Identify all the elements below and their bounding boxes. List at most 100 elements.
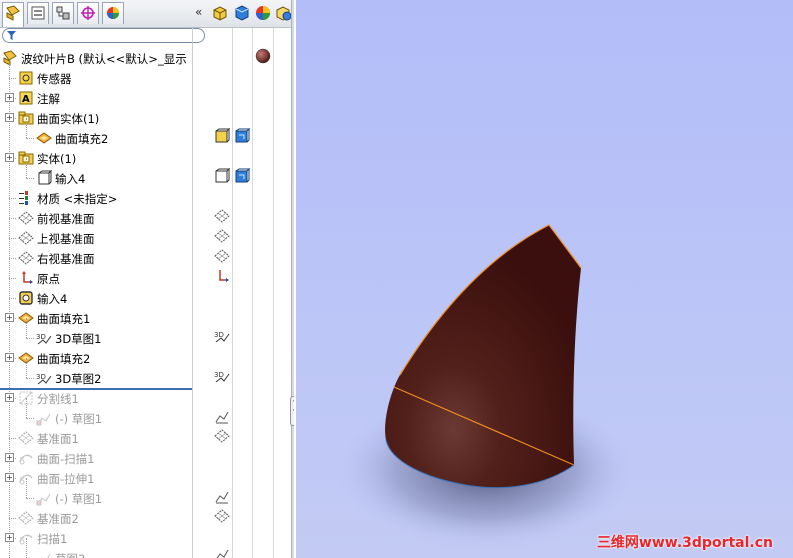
- tree-item[interactable]: 上视基准面: [0, 228, 210, 248]
- tree-item[interactable]: (-) 草图1: [0, 398, 210, 428]
- tree-item-label: 分割线1: [37, 392, 79, 406]
- plane-visibility-icon[interactable]: [214, 248, 230, 264]
- model-canvas[interactable]: [296, 0, 793, 558]
- tree-item-label: 曲面填充2: [37, 352, 91, 366]
- imported-body-icon: [36, 169, 53, 186]
- surface-sweep-icon: [18, 450, 34, 466]
- sketch-visibility-icon[interactable]: 3D: [214, 368, 230, 384]
- tree-root-label: 波纹叶片B (默认<<默认>_显示: [21, 52, 187, 66]
- tree-item[interactable]: 输入4: [0, 288, 210, 308]
- tree-item[interactable]: 右视基准面: [0, 248, 210, 268]
- tree-connector: [9, 518, 16, 519]
- expand-toggle-icon[interactable]: +: [5, 113, 14, 122]
- panel-splitter[interactable]: [291, 0, 294, 558]
- sketch-visibility-icon[interactable]: [214, 546, 230, 558]
- svg-text:3D: 3D: [214, 371, 224, 379]
- plane-visibility-icon[interactable]: [214, 228, 230, 244]
- expand-toggle-icon[interactable]: +: [5, 353, 14, 362]
- tree-filter-input[interactable]: [2, 28, 205, 43]
- display-mode-icon[interactable]: [234, 167, 251, 184]
- tree-connector: [26, 118, 27, 138]
- tree-item-label: 草图3: [55, 551, 85, 558]
- tree-item[interactable]: + 曲面-扫描1: [0, 448, 210, 468]
- feature-manager-tab[interactable]: [2, 2, 24, 27]
- tree-item[interactable]: 传感器: [0, 68, 210, 88]
- tree-item[interactable]: (-) 草图1: [0, 478, 210, 508]
- tree-divider: [192, 28, 193, 558]
- configuration-manager-tab[interactable]: [52, 2, 74, 24]
- display-style-icon[interactable]: [233, 4, 251, 22]
- blade-surface[interactable]: [385, 225, 581, 488]
- expand-toggle-icon[interactable]: +: [5, 473, 14, 482]
- expand-toggle-icon[interactable]: +: [5, 453, 14, 462]
- tree-root-part[interactable]: 波纹叶片B (默认<<默认>_显示: [0, 48, 210, 68]
- appearance-icon[interactable]: [254, 4, 272, 22]
- expand-toggle-icon[interactable]: +: [5, 393, 14, 402]
- 3d-sketch-icon: 3D: [36, 370, 52, 386]
- hide-show-body-icon[interactable]: [214, 167, 231, 184]
- tree-item[interactable]: + 曲面实体(1): [0, 108, 210, 128]
- tree-item[interactable]: 材质 <未指定>: [0, 188, 210, 208]
- watermark: 三维网www.3dportal.cn: [596, 535, 773, 551]
- display-mode-icon[interactable]: [234, 127, 251, 144]
- tree-item[interactable]: + 曲面填充2: [0, 348, 210, 368]
- tree-item[interactable]: 输入4: [0, 158, 210, 188]
- tree-item[interactable]: + A 注解: [0, 88, 210, 108]
- dimxpert-icon: [81, 6, 95, 20]
- tree-item[interactable]: + 曲面-拉伸1: [0, 468, 210, 488]
- tree-item[interactable]: 前视基准面: [0, 208, 210, 228]
- tree-item-label: 曲面填充2: [55, 132, 109, 146]
- tree-item-label: 前视基准面: [37, 212, 95, 226]
- sketch-visibility-icon[interactable]: [214, 408, 230, 424]
- plane-visibility-icon[interactable]: [214, 208, 230, 224]
- hide-show-body-icon[interactable]: [214, 127, 231, 144]
- tree-item[interactable]: 原点: [0, 268, 210, 288]
- expand-toggle-icon[interactable]: +: [5, 93, 14, 102]
- expand-toggle-icon[interactable]: +: [5, 153, 14, 162]
- property-manager-tab[interactable]: [27, 2, 49, 24]
- graphics-viewport[interactable]: 三维网www.3dportal.cn: [296, 0, 793, 558]
- tree-item[interactable]: + 扫描1: [0, 528, 210, 548]
- tree-item[interactable]: 草图3: [0, 538, 210, 558]
- splitter-handle[interactable]: ‹‹: [290, 396, 294, 426]
- tree-connector: [26, 538, 27, 558]
- svg-text:3D: 3D: [36, 333, 46, 341]
- tree-item[interactable]: + 曲面填充1: [0, 308, 210, 328]
- expand-toggle-icon[interactable]: +: [5, 533, 14, 542]
- tree-item-label: 实体(1): [37, 152, 77, 166]
- display-manager-tab[interactable]: [102, 2, 124, 24]
- rollback-bar[interactable]: [0, 388, 192, 390]
- tree-item[interactable]: + 分割线1: [0, 388, 210, 408]
- tree-item[interactable]: + 实体(1): [0, 148, 210, 168]
- appearance-swatch-icon[interactable]: [255, 48, 271, 64]
- origin-icon: [18, 270, 34, 286]
- dimxpert-manager-tab[interactable]: [77, 2, 99, 24]
- plane-visibility-icon[interactable]: [214, 508, 230, 524]
- sketch-icon: [36, 550, 52, 558]
- svg-text:A: A: [22, 94, 30, 105]
- tree-connector: [26, 138, 34, 139]
- tree-connector: [9, 78, 16, 79]
- sketch-visibility-icon[interactable]: 3D: [214, 328, 230, 344]
- tree-item-label: 曲面实体(1): [37, 112, 100, 126]
- plane-icon: [18, 250, 34, 266]
- import-feature-icon: [18, 290, 34, 306]
- tree-item[interactable]: 曲面填充2: [0, 118, 210, 148]
- tree-item-label: 基准面2: [37, 512, 79, 526]
- hide-show-bodies-icon[interactable]: [212, 4, 230, 22]
- sketch-visibility-icon[interactable]: [214, 488, 230, 504]
- tree-item-label: 传感器: [37, 72, 72, 86]
- tree-item[interactable]: 3D 3D草图2: [0, 358, 210, 388]
- tree-item-label: 右视基准面: [37, 252, 95, 266]
- origin-visibility-icon[interactable]: [214, 268, 230, 284]
- plane-icon: [18, 210, 34, 226]
- collapse-arrow-icon[interactable]: «: [195, 5, 203, 19]
- expand-toggle-icon[interactable]: +: [5, 313, 14, 322]
- plane-visibility-icon[interactable]: [214, 428, 230, 444]
- tree-item[interactable]: 3D 3D草图1: [0, 318, 210, 348]
- feature-manager-panel: « 波纹叶片B (默认<<默认>_显示 传感器 + A 注解 + 曲面实体(1) 曲面填充2 +…: [0, 0, 294, 558]
- display-column-divider: [232, 28, 233, 558]
- display-manager-icon: [107, 7, 119, 19]
- tree-item[interactable]: 基准面2: [0, 508, 210, 528]
- tree-item[interactable]: 基准面1: [0, 428, 210, 448]
